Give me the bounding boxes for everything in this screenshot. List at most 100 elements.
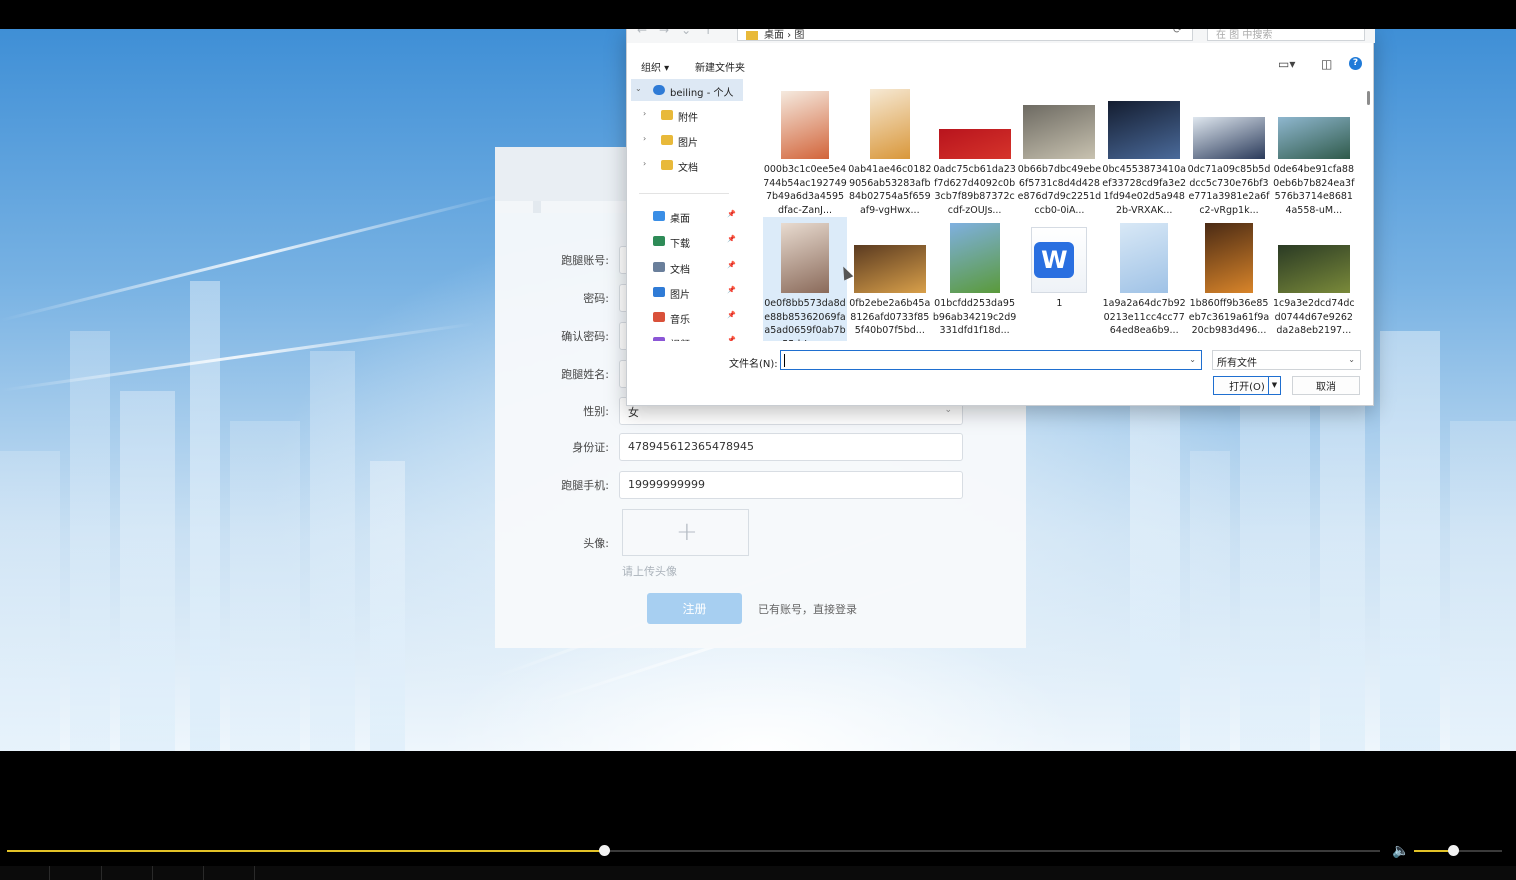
file-tile[interactable]: 0bc4553873410aef33728cd9fa3e21fd94e02d5a… bbox=[1102, 83, 1186, 216]
nav-item[interactable]: 桌面 📌 bbox=[631, 205, 743, 227]
file-name: 0b66b7dbc49ebe6f5731c8d4d428e876d7d9c225… bbox=[1017, 164, 1102, 216]
form-input[interactable]: 19999999999 bbox=[619, 471, 963, 499]
image-thumbnail bbox=[781, 91, 829, 159]
refresh-icon[interactable]: ⟳ bbox=[1173, 29, 1182, 36]
nav-item[interactable]: › 附件 bbox=[631, 104, 743, 126]
file-name: 0bc4553873410aef33728cd9fa3e21fd94e02d5a… bbox=[1102, 164, 1187, 216]
file-type-filter[interactable]: 所有文件 ⌄ bbox=[1212, 350, 1361, 370]
nav-arrows-icon[interactable]: ←→⌄↑ bbox=[637, 29, 725, 37]
file-tile[interactable]: 0de64be91cfa880eb6b7b824ea3f576b3714e868… bbox=[1272, 83, 1356, 216]
building-shape bbox=[70, 331, 110, 751]
new-folder-button[interactable]: 新建文件夹 bbox=[695, 59, 745, 74]
pin-icon: 📌 bbox=[727, 261, 736, 269]
chevron-down-icon: ⌄ bbox=[944, 405, 952, 415]
nav-item[interactable]: 音乐 📌 bbox=[631, 306, 743, 328]
field-label: 跑腿姓名: bbox=[561, 368, 609, 381]
field-label: 性别: bbox=[583, 405, 609, 418]
building-shape bbox=[0, 451, 60, 751]
cancel-button[interactable]: 取消 bbox=[1292, 376, 1360, 395]
progress-handle[interactable] bbox=[599, 845, 611, 856]
building-shape bbox=[310, 351, 355, 751]
folder-icon bbox=[661, 160, 673, 170]
chevron-icon[interactable]: › bbox=[643, 109, 646, 118]
chevron-icon[interactable]: ⌄ bbox=[635, 84, 642, 93]
split-dropdown-icon[interactable]: ▼ bbox=[1268, 377, 1280, 394]
folder-icon bbox=[661, 135, 673, 145]
strip-divider bbox=[254, 866, 255, 880]
image-thumbnail bbox=[1277, 117, 1350, 159]
file-name: 0adc75cb61da23f7d627d4092c0b3cb7f89b8737… bbox=[933, 164, 1016, 216]
nav-item[interactable]: 视频 📌 bbox=[631, 331, 743, 341]
login-link[interactable]: 已有账号，直接登录 bbox=[758, 601, 857, 617]
file-tile[interactable]: 0fb2ebe2a6b45a8126afd0733f855f40b07f5bd.… bbox=[848, 217, 932, 341]
pin-icon: 📌 bbox=[727, 336, 736, 341]
light-beam bbox=[0, 193, 505, 322]
nav-item-label: 视频 bbox=[670, 336, 690, 341]
file-tile[interactable]: 0b66b7dbc49ebe6f5731c8d4d428e876d7d9c225… bbox=[1017, 83, 1101, 216]
nav-item[interactable]: ⌄ beiling - 个人 bbox=[631, 79, 743, 101]
chevron-down-icon[interactable]: ⌄ bbox=[1189, 355, 1196, 364]
file-name: 000b3c1c0ee5e4744b54ac1927497b49a6d3a459… bbox=[763, 164, 847, 216]
form-input[interactable]: 478945612365478945 bbox=[619, 433, 963, 461]
file-tile[interactable]: 0adc75cb61da23f7d627d4092c0b3cb7f89b8737… bbox=[933, 83, 1017, 216]
control-strip bbox=[0, 866, 1516, 880]
file-name: 01bcfdd253da95b96ab34219c2d9331dfd1f18d.… bbox=[932, 298, 1017, 336]
nav-item[interactable]: 下载 📌 bbox=[631, 230, 743, 252]
desktop-icon bbox=[653, 211, 665, 221]
help-icon[interactable]: ? bbox=[1349, 57, 1362, 70]
nav-item-label: 附件 bbox=[678, 113, 698, 124]
organize-button[interactable]: 组织 ▾ bbox=[641, 59, 669, 74]
search-box[interactable]: 在 图 中搜索 bbox=[1207, 29, 1365, 41]
building-shape bbox=[1450, 421, 1516, 751]
nav-item[interactable]: › 文档 bbox=[631, 154, 743, 176]
file-tile[interactable]: 1a9a2a64dc7b920213e11cc4cc7764ed8ea6b9..… bbox=[1102, 217, 1186, 341]
register-button[interactable]: 注册 bbox=[647, 593, 742, 624]
pin-icon: 📌 bbox=[727, 235, 736, 243]
playback-progress-bar[interactable] bbox=[7, 850, 1380, 852]
address-bar[interactable]: 桌面 › 图 bbox=[737, 29, 1193, 41]
volume-handle[interactable] bbox=[1448, 845, 1460, 856]
strip-divider bbox=[152, 866, 153, 880]
image-thumbnail bbox=[938, 129, 1011, 159]
volume-icon[interactable]: 🔈 bbox=[1392, 843, 1409, 859]
filename-input[interactable]: ⌄ bbox=[780, 350, 1202, 370]
strip-divider bbox=[203, 866, 204, 880]
file-tile[interactable]: 0dc71a09c85b5ddcc5c730e76bf3e771a3981e2a… bbox=[1187, 83, 1271, 216]
nav-item[interactable]: › 图片 bbox=[631, 129, 743, 151]
file-name: 0fb2ebe2a6b45a8126afd0733f855f40b07f5bd.… bbox=[849, 298, 931, 336]
building-shape bbox=[120, 391, 175, 751]
strip-divider bbox=[101, 866, 102, 880]
file-tile[interactable]: 1b860ff9b36e85eb7c3619a61f9a20cb983d496.… bbox=[1187, 217, 1271, 341]
field-label: 身份证: bbox=[572, 441, 609, 454]
field-label: 跑腿手机: bbox=[561, 479, 609, 492]
building-shape bbox=[190, 281, 220, 751]
chevron-icon[interactable]: › bbox=[643, 159, 646, 168]
nav-item[interactable]: 图片 📌 bbox=[631, 281, 743, 303]
file-name: 0e0f8bb573da8de88b85362069faa5ad0659f0ab… bbox=[764, 298, 846, 341]
image-thumbnail bbox=[1193, 117, 1265, 159]
file-name: 1a9a2a64dc7b920213e11cc4cc7764ed8ea6b9..… bbox=[1102, 298, 1186, 336]
view-mode-icon[interactable]: ▭▾ bbox=[1278, 57, 1295, 71]
file-open-dialog: ←→⌄↑ 桌面 › 图 ⟳ 在 图 中搜索 组织 ▾ 新建文件夹 ▭▾ ◫ ? … bbox=[626, 29, 1375, 406]
field-value: 女 bbox=[628, 406, 639, 419]
grid-scrollbar[interactable] bbox=[1367, 91, 1370, 105]
nav-item[interactable]: 文档 📌 bbox=[631, 256, 743, 278]
field-label: 确认密码: bbox=[561, 330, 609, 343]
nav-item-label: 图片 bbox=[670, 290, 690, 301]
file-tile[interactable]: W1 bbox=[1017, 217, 1101, 341]
file-tile[interactable]: 0ab41ae46c01829056ab53283afb84b02754a5f6… bbox=[848, 83, 932, 216]
filename-label: 文件名(N): bbox=[729, 359, 778, 370]
avatar-upload[interactable]: + bbox=[622, 509, 749, 556]
file-tile[interactable]: 1c9a3e2dcd74dcd0744d67e9262da2a8eb2197..… bbox=[1272, 217, 1356, 341]
form-row: 身份证: 478945612365478945 bbox=[495, 433, 1026, 461]
open-button[interactable]: 打开(O) ▼ bbox=[1213, 376, 1281, 395]
file-name: 0dc71a09c85b5ddcc5c730e76bf3e771a3981e2a… bbox=[1187, 164, 1271, 216]
file-tile[interactable]: 000b3c1c0ee5e4744b54ac1927497b49a6d3a459… bbox=[763, 83, 847, 216]
file-tile[interactable]: 0e0f8bb573da8de88b85362069faa5ad0659f0ab… bbox=[763, 217, 847, 341]
form-row: 跑腿手机: 19999999999 bbox=[495, 471, 1026, 499]
chevron-icon[interactable]: › bbox=[643, 134, 646, 143]
preview-pane-icon[interactable]: ◫ bbox=[1321, 57, 1332, 71]
nav-item-label: 文档 bbox=[678, 163, 698, 174]
file-tile[interactable]: 01bcfdd253da95b96ab34219c2d9331dfd1f18d.… bbox=[933, 217, 1017, 341]
document-icon bbox=[653, 262, 665, 272]
